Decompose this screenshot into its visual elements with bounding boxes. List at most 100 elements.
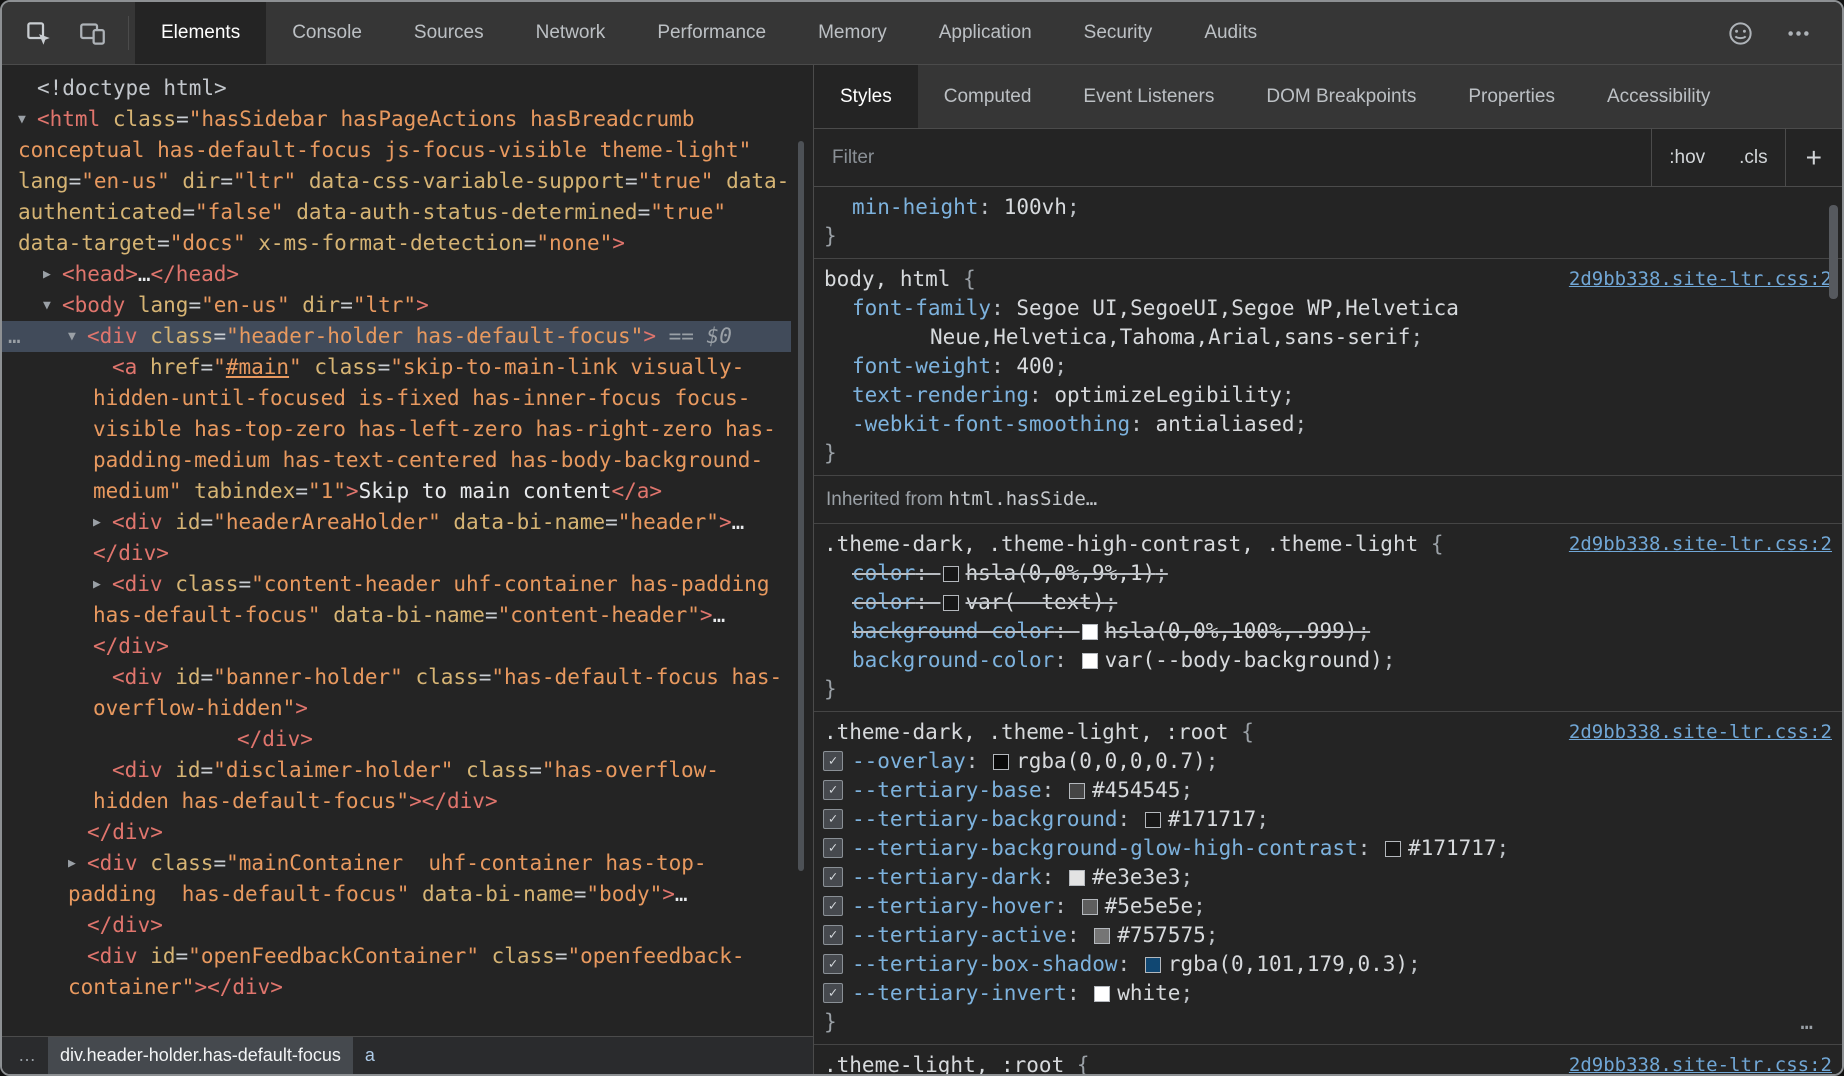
dom-tree-line[interactable]: <div id="disclaimer-holder" class="has-o… bbox=[2, 755, 791, 817]
dom-tree-line[interactable]: ▼<html class="hasSidebar hasPageActions … bbox=[2, 104, 791, 259]
css-declaration[interactable]: min-height: 100vh; bbox=[824, 193, 1832, 222]
elements-scrollbar-thumb[interactable] bbox=[798, 141, 804, 871]
tab-properties[interactable]: Properties bbox=[1442, 65, 1581, 128]
collapse-arrow-icon[interactable]: ▼ bbox=[18, 104, 37, 135]
tab-computed[interactable]: Computed bbox=[918, 65, 1058, 128]
stylesheet-link[interactable]: 2d9bb338.site-ltr.css:2 bbox=[1569, 530, 1832, 559]
tab-elements[interactable]: Elements bbox=[135, 2, 266, 64]
color-swatch[interactable] bbox=[1145, 957, 1161, 973]
tab-security[interactable]: Security bbox=[1058, 2, 1179, 64]
breadcrumb-item[interactable]: div.header-holder.has-default-focus bbox=[48, 1037, 353, 1074]
css-declaration[interactable]: -webkit-font-smoothing: antialiased; bbox=[824, 410, 1832, 439]
declaration-checkbox[interactable]: ✓ bbox=[823, 867, 843, 887]
collapse-arrow-icon[interactable]: ▼ bbox=[43, 290, 62, 321]
color-swatch[interactable] bbox=[1069, 783, 1085, 799]
css-declaration[interactable]: ✓--tertiary-hover: #5e5e5e; bbox=[824, 892, 1832, 921]
node-overflow-dots[interactable]: … bbox=[8, 321, 23, 352]
tab-sources[interactable]: Sources bbox=[388, 2, 510, 64]
dom-tree-line[interactable]: </div> bbox=[2, 910, 791, 941]
styles-filter-input[interactable] bbox=[814, 129, 1651, 186]
css-declaration[interactable]: color: var(--text); bbox=[824, 588, 1832, 617]
expand-arrow-icon[interactable]: ▶ bbox=[43, 259, 62, 290]
color-swatch[interactable] bbox=[1082, 899, 1098, 915]
dom-tree-line[interactable]: ▶<div id="headerAreaHolder" data-bi-name… bbox=[2, 507, 791, 569]
expand-arrow-icon[interactable]: ▶ bbox=[93, 569, 112, 600]
breadcrumb-overflow-dots[interactable]: … bbox=[2, 1037, 48, 1074]
declaration-checkbox[interactable]: ✓ bbox=[823, 780, 843, 800]
inherited-node-link[interactable]: html.hasSide… bbox=[949, 488, 1098, 510]
css-declaration[interactable]: ✓--tertiary-active: #757575; bbox=[824, 921, 1832, 950]
stylesheet-link[interactable]: 2d9bb338.site-ltr.css:2 bbox=[1569, 265, 1832, 294]
tab-console[interactable]: Console bbox=[266, 2, 388, 64]
css-declaration[interactable]: background-color: var(--body-background)… bbox=[824, 646, 1832, 675]
rule-overflow-ellipsis[interactable]: … bbox=[1800, 1008, 1816, 1037]
declaration-checkbox[interactable]: ✓ bbox=[823, 983, 843, 1003]
declaration-checkbox[interactable]: ✓ bbox=[823, 751, 843, 771]
color-swatch[interactable] bbox=[943, 595, 959, 611]
breadcrumb-item[interactable]: a bbox=[353, 1037, 387, 1074]
rule-selector[interactable]: .theme-light, :root bbox=[824, 1053, 1064, 1074]
declaration-checkbox[interactable]: ✓ bbox=[823, 809, 843, 829]
css-declaration[interactable]: ✓--tertiary-invert: white; bbox=[824, 979, 1832, 1008]
css-declaration[interactable]: text-rendering: optimizeLegibility; bbox=[824, 381, 1832, 410]
color-swatch[interactable] bbox=[943, 566, 959, 582]
css-declaration[interactable]: ✓--overlay: rgba(0,0,0,0.7); bbox=[824, 747, 1832, 776]
dom-tree-line[interactable]: <div id="banner-holder" class="has-defau… bbox=[2, 662, 791, 724]
tab-application[interactable]: Application bbox=[913, 2, 1058, 64]
color-swatch[interactable] bbox=[1082, 653, 1098, 669]
css-declaration[interactable]: font-family: Segoe UI,SegoeUI,Segoe WP,H… bbox=[824, 294, 1832, 352]
css-declaration[interactable]: background-color: hsla(0,0%,100%,.999); bbox=[824, 617, 1832, 646]
expand-arrow-icon[interactable]: ▶ bbox=[68, 848, 87, 879]
inspect-element-icon[interactable] bbox=[16, 11, 60, 55]
dom-tree-line[interactable]: ▶<head>…</head> bbox=[2, 259, 791, 290]
declaration-checkbox[interactable]: ✓ bbox=[823, 954, 843, 974]
expand-arrow-icon[interactable]: ▶ bbox=[93, 507, 112, 538]
css-declaration[interactable]: ✓--tertiary-background-glow-high-contras… bbox=[824, 834, 1832, 863]
rule-selector[interactable]: .theme-dark, .theme-light, :root bbox=[824, 720, 1229, 744]
declaration-checkbox[interactable]: ✓ bbox=[823, 896, 843, 916]
color-swatch[interactable] bbox=[1385, 841, 1401, 857]
tab-audits[interactable]: Audits bbox=[1178, 2, 1283, 64]
color-swatch[interactable] bbox=[1145, 812, 1161, 828]
dom-tree-line[interactable]: …▼<div class="header-holder has-default-… bbox=[2, 321, 791, 352]
new-style-rule-button[interactable]: + bbox=[1785, 129, 1842, 186]
declaration-checkbox[interactable]: ✓ bbox=[823, 925, 843, 945]
dom-tree-line[interactable]: ▶<div class="content-header uhf-containe… bbox=[2, 569, 791, 662]
tab-styles[interactable]: Styles bbox=[814, 65, 918, 128]
color-swatch[interactable] bbox=[1069, 870, 1085, 886]
css-declaration[interactable]: font-weight: 400; bbox=[824, 352, 1832, 381]
more-menu-icon[interactable] bbox=[1776, 11, 1820, 55]
rule-selector[interactable]: .theme-dark, .theme-high-contrast, .them… bbox=[824, 532, 1418, 556]
device-toolbar-icon[interactable] bbox=[70, 11, 114, 55]
tab-event-listeners[interactable]: Event Listeners bbox=[1057, 65, 1240, 128]
tab-memory[interactable]: Memory bbox=[792, 2, 913, 64]
css-declaration[interactable]: ✓--tertiary-dark: #e3e3e3; bbox=[824, 863, 1832, 892]
color-swatch[interactable] bbox=[1082, 624, 1098, 640]
stylesheet-link[interactable]: 2d9bb338.site-ltr.css:2 bbox=[1569, 1051, 1832, 1074]
dom-tree-line[interactable]: <div id="openFeedbackContainer" class="o… bbox=[2, 941, 791, 1003]
toggle-pseudo-state-button[interactable]: :hov bbox=[1652, 129, 1722, 186]
dom-tree-line[interactable]: <a href="#main" class="skip-to-main-link… bbox=[2, 352, 791, 507]
dom-tree-line[interactable]: ▼<body lang="en-us" dir="ltr"> bbox=[2, 290, 791, 321]
color-swatch[interactable] bbox=[1094, 986, 1110, 1002]
collapse-arrow-icon[interactable]: ▼ bbox=[68, 321, 87, 352]
stylesheet-link[interactable]: 2d9bb338.site-ltr.css:2 bbox=[1569, 718, 1832, 747]
css-declaration[interactable]: ✓--tertiary-box-shadow: rgba(0,101,179,0… bbox=[824, 950, 1832, 979]
tab-performance[interactable]: Performance bbox=[631, 2, 792, 64]
tab-accessibility[interactable]: Accessibility bbox=[1581, 65, 1736, 128]
styles-scrollbar-thumb[interactable] bbox=[1829, 205, 1838, 299]
dom-tree-line[interactable]: </div> bbox=[2, 817, 791, 848]
css-declaration[interactable]: ✓--tertiary-background: #171717; bbox=[824, 805, 1832, 834]
css-declaration[interactable]: ✓--tertiary-base: #454545; bbox=[824, 776, 1832, 805]
dom-tree-line[interactable]: ▶<div class="mainContainer uhf-container… bbox=[2, 848, 791, 910]
tab-network[interactable]: Network bbox=[510, 2, 632, 64]
feedback-smiley-icon[interactable] bbox=[1718, 11, 1762, 55]
color-swatch[interactable] bbox=[993, 754, 1009, 770]
tab-dom-breakpoints[interactable]: DOM Breakpoints bbox=[1240, 65, 1442, 128]
declaration-checkbox[interactable]: ✓ bbox=[823, 838, 843, 858]
color-swatch[interactable] bbox=[1094, 928, 1110, 944]
css-declaration[interactable]: color: hsla(0,0%,9%,1); bbox=[824, 559, 1832, 588]
dom-tree-line[interactable]: </div> bbox=[2, 724, 791, 755]
dom-tree-line[interactable]: <!doctype html> bbox=[2, 73, 791, 104]
toggle-class-button[interactable]: .cls bbox=[1722, 129, 1785, 186]
